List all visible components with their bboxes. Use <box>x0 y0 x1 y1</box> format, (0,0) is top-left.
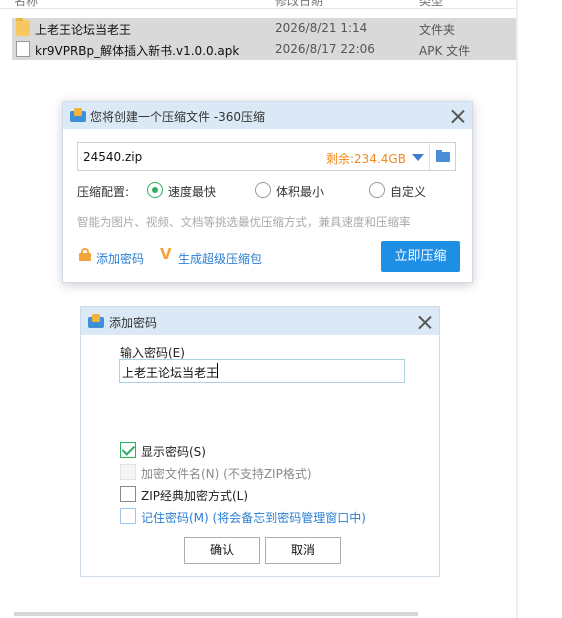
compress-dialog: 您将创建一个压缩文件 -360压缩 24540.zip 剩余:234.4GB 压… <box>62 101 473 283</box>
file-name: 上老王论坛当老王 <box>35 23 132 37</box>
radio-fastest-label[interactable]: 速度最快 <box>168 183 216 200</box>
column-header: 名称 修改日期 类型 <box>0 0 518 9</box>
remember-password-label[interactable]: 记住密码(M) (将会备忘到密码管理窗口中) <box>141 509 366 526</box>
add-password-dialog: 添加密码 输入密码(E) 上老王论坛当老王 显示密码(S) 加密文件名(N) (… <box>80 306 440 577</box>
radio-custom-label[interactable]: 自定义 <box>390 183 426 200</box>
pane-divider <box>516 0 518 618</box>
file-date: 2026/8/17 22:06 <box>275 42 375 56</box>
file-name: kr9VPRBp_解体插入新书.v1.0.0.apk <box>35 44 240 58</box>
text-caret <box>217 363 218 378</box>
zip-classic-checkbox[interactable] <box>120 486 136 502</box>
compress-app-icon <box>88 314 104 328</box>
file-row-folder[interactable]: 上老王论坛当老王 2026/8/21 1:14 文件夹 <box>12 18 517 39</box>
remember-password-checkbox[interactable] <box>120 508 136 524</box>
cancel-button[interactable]: 取消 <box>265 537 341 564</box>
folder-icon <box>436 150 450 162</box>
horizontal-scrollbar[interactable] <box>14 612 418 616</box>
file-type: 文件夹 <box>419 23 456 37</box>
dropdown-arrow-icon[interactable] <box>412 154 424 161</box>
dialog-title: 添加密码 <box>109 316 158 330</box>
compress-now-button[interactable]: 立即压缩 <box>381 241 460 272</box>
add-password-link[interactable]: 添加密码 <box>96 250 144 267</box>
column-name[interactable]: 名称 <box>14 0 38 9</box>
dialog-titlebar[interactable]: 添加密码 <box>81 307 439 335</box>
file-row-apk[interactable]: kr9VPRBp_解体插入新书.v1.0.0.apk 2026/8/17 22:… <box>12 39 517 60</box>
radio-smallest[interactable] <box>255 182 271 198</box>
dialog-titlebar[interactable]: 您将创建一个压缩文件 -360压缩 <box>63 102 472 129</box>
file-date: 2026/8/21 1:14 <box>275 21 368 35</box>
encrypt-filename-checkbox <box>120 464 136 480</box>
config-label: 压缩配置: <box>77 185 130 199</box>
close-icon[interactable] <box>418 315 432 329</box>
compression-hint: 智能为图片、视频、文档等挑选最优压缩方式，兼具速度和压缩率 <box>77 215 411 229</box>
file-icon <box>16 41 30 57</box>
browse-folder-button[interactable] <box>430 143 456 170</box>
dialog-title: 您将创建一个压缩文件 -360压缩 <box>90 110 266 124</box>
radio-fastest[interactable] <box>147 182 163 198</box>
folder-icon <box>16 18 30 36</box>
encrypt-filename-label: 加密文件名(N) (不支持ZIP格式) <box>141 467 312 481</box>
radio-custom[interactable] <box>369 182 385 198</box>
show-password-label[interactable]: 显示密码(S) <box>141 443 206 460</box>
ok-button[interactable]: 确认 <box>184 537 260 564</box>
archive-path-field[interactable]: 24540.zip 剩余:234.4GB <box>77 142 456 171</box>
super-package-link[interactable]: 生成超级压缩包 <box>178 250 262 267</box>
column-type[interactable]: 类型 <box>419 0 443 9</box>
lock-icon[interactable] <box>79 248 91 261</box>
file-type: APK 文件 <box>419 44 471 58</box>
password-value: 上老王论坛当老王 <box>122 366 219 380</box>
password-input[interactable]: 上老王论坛当老王 <box>119 359 405 383</box>
v-badge-icon: V <box>160 245 172 263</box>
compress-app-icon <box>70 108 86 122</box>
radio-smallest-label[interactable]: 体积最小 <box>276 183 324 200</box>
free-space-label: 剩余:234.4GB <box>326 152 406 166</box>
close-icon[interactable] <box>451 109 465 123</box>
zip-classic-label[interactable]: ZIP经典加密方式(L) <box>141 487 248 504</box>
show-password-checkbox[interactable] <box>120 442 136 458</box>
archive-filename[interactable]: 24540.zip <box>83 150 142 164</box>
column-date[interactable]: 修改日期 <box>275 0 323 9</box>
